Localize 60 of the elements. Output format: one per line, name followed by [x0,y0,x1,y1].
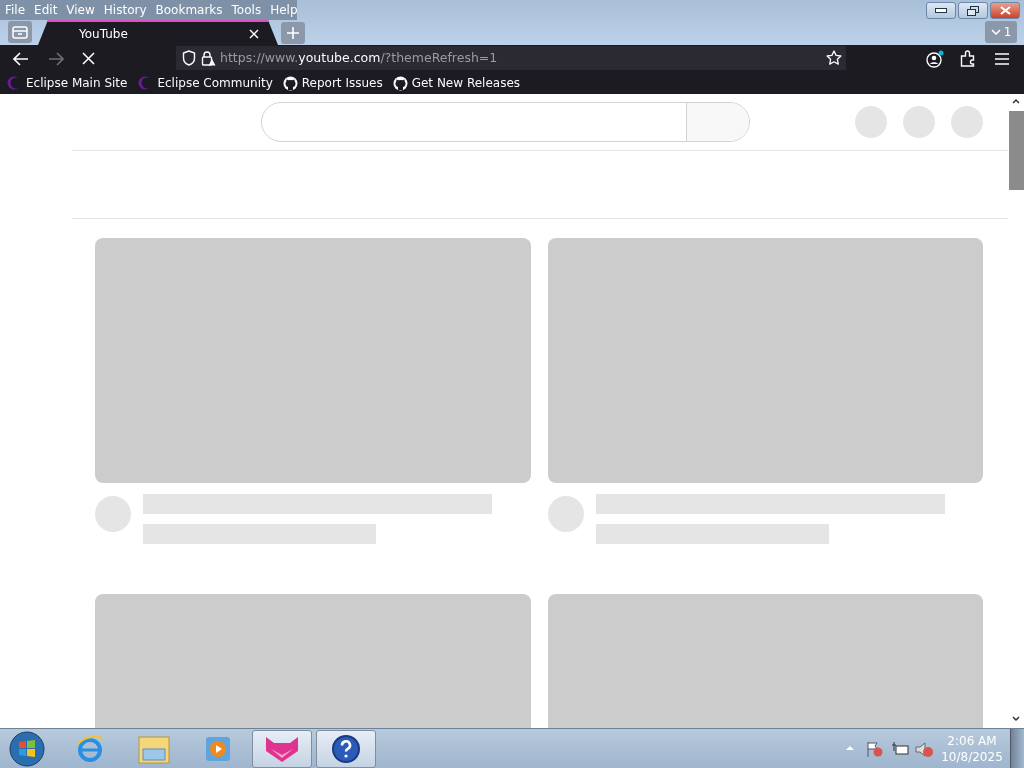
chevron-down-icon [990,29,1001,35]
avatar-placeholder [855,106,887,138]
show-desktop-button[interactable] [1010,729,1024,768]
avatar-placeholder [95,496,131,532]
clock-time[interactable]: 2:06 AM [940,733,1004,749]
start-button[interactable] [8,729,46,768]
flag-error-icon[interactable] [866,741,884,758]
speaker-muted-icon[interactable] [915,741,934,758]
eclipse-moon-icon [137,76,154,90]
address-bar[interactable]: https://www.youtube.com/?themeRefresh=1 [176,46,846,70]
menu-item[interactable]: Help [270,1,298,19]
cat-silhouette-icon [392,75,408,91]
lock-warning-icon [200,50,216,66]
help-icon [331,733,361,764]
bookmark-link[interactable]: Report Issues [282,74,383,92]
bookmark-link[interactable]: Eclipse Community [137,74,273,92]
scroll-thumb[interactable] [1009,111,1024,190]
shield-icon [182,50,196,66]
eclipse-moon-icon [6,76,22,90]
close-button[interactable] [990,2,1020,19]
forward-icon[interactable] [48,51,64,66]
menu-item[interactable]: Bookmarks [155,1,223,19]
folder-icon [138,733,170,764]
close-icon [999,6,1011,15]
close-tab-icon[interactable] [249,28,259,39]
restore-button[interactable] [958,2,988,19]
tab-overview-button[interactable] [8,21,32,43]
puzzle-icon[interactable] [960,50,976,67]
bookmark-link[interactable]: Eclipse Main Site [6,74,128,92]
tray-icon [12,25,28,39]
minimize-icon [935,8,947,13]
plus-icon [286,26,300,40]
menu-item[interactable]: File [5,1,26,19]
browser-tab[interactable]: YouTube [38,20,278,45]
menu-icon[interactable] [995,52,1009,65]
avatar-placeholder [951,106,983,138]
minimize-button[interactable] [926,2,956,19]
fox-head-icon [265,734,299,763]
avatar-placeholder [548,496,584,532]
star-icon[interactable] [826,50,842,66]
media-player-icon [204,734,232,763]
tab-list-button[interactable]: 1 [985,21,1017,43]
back-icon[interactable] [13,51,29,66]
scroll-down-icon[interactable] [1012,716,1020,722]
menu-item[interactable]: Edit [34,1,58,19]
cat-silhouette-icon [282,75,298,91]
ie-logo-icon [75,733,105,764]
avatar-placeholder [903,106,935,138]
menu-item[interactable]: History [103,1,147,19]
network-icon[interactable] [891,741,909,757]
menu-item[interactable]: Tools [231,1,262,19]
restore-icon [967,5,979,16]
scroll-up-icon[interactable] [1012,98,1020,104]
stop-icon[interactable] [82,52,95,65]
bookmark-link[interactable]: Get New Releases [392,74,520,92]
account-icon[interactable] [926,49,945,68]
clock-date[interactable]: 10/8/2025 [940,749,1004,765]
menu-item[interactable]: View [66,1,95,19]
taskbar-button[interactable] [316,729,376,768]
url-text: https://www.youtube.com/?themeRefresh=1 [220,48,498,67]
